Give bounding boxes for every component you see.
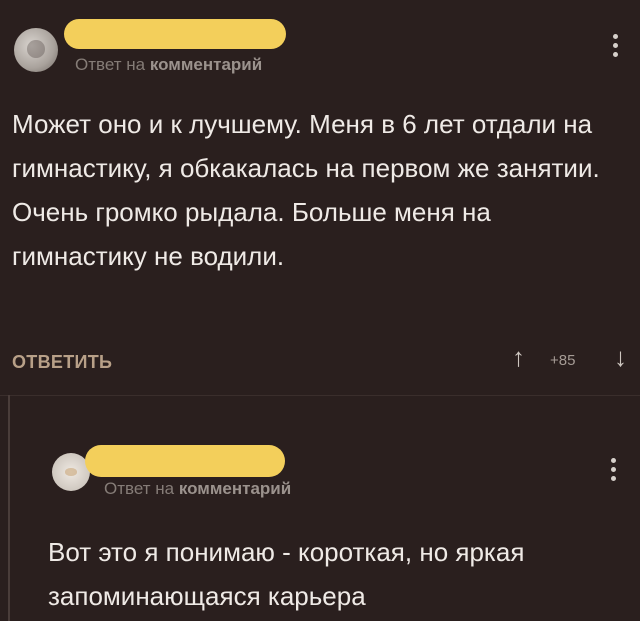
more-options-icon[interactable]	[612, 34, 618, 57]
reply-target-link[interactable]: комментарий	[179, 479, 291, 498]
comment-2: Ответ на комментарий Вот это я понимаю -…	[0, 395, 640, 621]
thread-line[interactable]	[8, 395, 10, 621]
upvote-icon[interactable]: ↑	[512, 342, 525, 373]
reply-context: Ответ на комментарий	[75, 55, 262, 75]
reply-target-link[interactable]: комментарий	[150, 55, 262, 74]
reply-prefix: Ответ на	[104, 479, 175, 498]
vote-score: +85	[550, 352, 576, 369]
redacted-username	[85, 445, 285, 477]
downvote-icon[interactable]: ↓	[614, 342, 627, 373]
avatar[interactable]	[14, 28, 58, 72]
comment-text: Вот это я понимаю - короткая, но яркая з…	[48, 537, 525, 611]
reply-button[interactable]: ОТВЕТИТЬ	[12, 352, 112, 373]
comment-text: Может оно и к лучшему. Меня в 6 лет отда…	[12, 109, 600, 271]
redacted-username	[64, 19, 286, 49]
reply-context: Ответ на комментарий	[104, 479, 291, 499]
more-options-icon[interactable]	[610, 458, 616, 481]
reply-prefix: Ответ на	[75, 55, 146, 74]
comment-1: Ответ на комментарий Может оно и к лучше…	[0, 0, 640, 400]
